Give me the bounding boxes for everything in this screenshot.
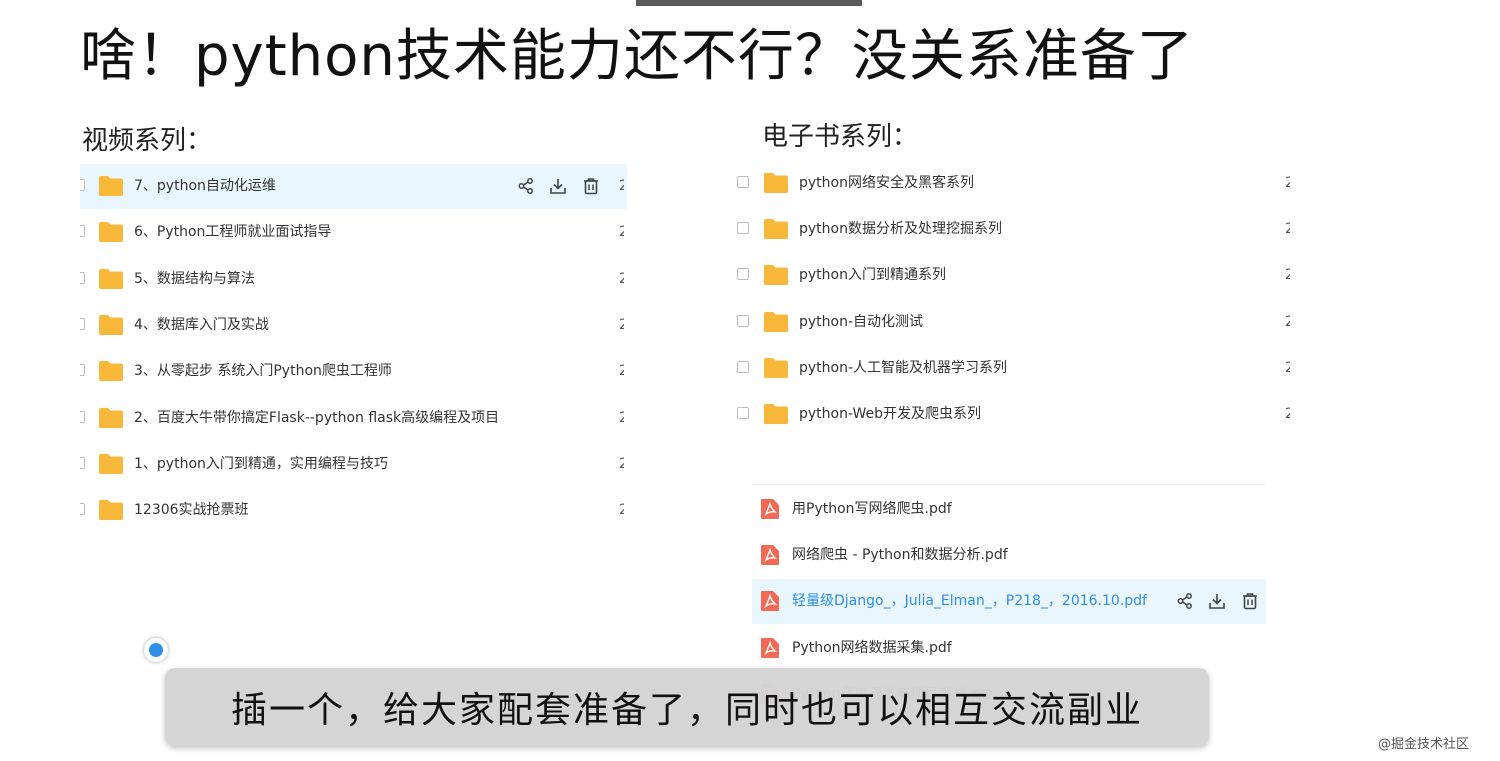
folder-name[interactable]: 4、数据库入门及实战	[134, 303, 269, 348]
folder-name[interactable]: python-自动化测试	[799, 300, 923, 345]
pdf-icon	[760, 498, 780, 520]
folder-icon	[98, 407, 124, 429]
pdf-file-row[interactable]: 网络爬虫 - Python和数据分析.pdf	[752, 533, 1266, 578]
video-folder-row[interactable]: 4、数据库入门及实战 2	[80, 303, 627, 348]
share-icon[interactable]	[1176, 592, 1194, 610]
file-name[interactable]: Python网络数据采集.pdf	[792, 626, 952, 671]
folder-count: 2	[619, 316, 624, 333]
row-checkbox[interactable]	[80, 317, 85, 330]
folder-icon	[763, 357, 789, 379]
delete-icon[interactable]	[1241, 592, 1259, 610]
folder-count: 2	[619, 363, 624, 380]
row-checkbox[interactable]	[737, 176, 749, 188]
file-name[interactable]: 用Python写网络爬虫.pdf	[792, 487, 952, 532]
delete-icon[interactable]	[582, 177, 600, 195]
row-checkbox[interactable]	[737, 222, 749, 235]
folder-icon	[763, 311, 789, 333]
folder-name[interactable]: python-人工智能及机器学习系列	[799, 346, 1007, 391]
row-checkbox[interactable]	[737, 314, 749, 327]
pdf-file-row[interactable]: 用Python写网络爬虫.pdf	[752, 487, 1266, 532]
row-checkbox[interactable]	[737, 407, 749, 419]
ebook-folder-row[interactable]: python数据分析及处理挖掘系列 2	[735, 207, 1295, 252]
ebook-folder-row[interactable]: python-Web开发及爬虫系列 2	[735, 392, 1295, 437]
folder-count: 2	[619, 270, 624, 287]
video-folder-row[interactable]: 5、数据结构与算法 2	[80, 257, 627, 302]
folder-count: 2	[1285, 175, 1290, 191]
download-icon[interactable]	[1208, 592, 1226, 610]
folder-name[interactable]: 1、python入门到精通，实用编程与技巧	[134, 442, 388, 487]
folder-count: 2	[1285, 221, 1290, 238]
folder-icon	[98, 360, 124, 382]
folder-icon	[98, 175, 124, 197]
row-checkbox[interactable]	[80, 179, 85, 191]
folder-count: 2	[1285, 359, 1290, 376]
row-checkbox[interactable]	[80, 271, 85, 284]
video-subtitle: 插一个，给大家配套准备了，同时也可以相互交流副业	[165, 668, 1209, 746]
video-progress-bar	[636, 0, 862, 6]
video-folder-row[interactable]: 3、从零起步 系统入门Python爬虫工程师 2	[80, 349, 627, 394]
folder-icon	[98, 453, 124, 475]
folder-count: 2	[619, 178, 624, 194]
folder-count: 2	[1285, 406, 1290, 422]
pdf-icon	[760, 590, 780, 612]
divider	[752, 484, 1266, 485]
row-checkbox[interactable]	[80, 225, 85, 238]
folder-icon	[98, 221, 124, 243]
ebook-folder-row[interactable]: python-人工智能及机器学习系列 2	[735, 346, 1295, 391]
download-icon[interactable]	[549, 177, 567, 195]
folder-count: 2	[619, 502, 624, 519]
row-checkbox[interactable]	[737, 360, 749, 373]
folder-count: 2	[1285, 267, 1290, 284]
video-folder-row[interactable]: 6、Python工程师就业面试指导 2	[80, 210, 627, 255]
folder-name[interactable]: python入门到精通系列	[799, 253, 946, 298]
ebook-folder-row[interactable]: python-自动化测试 2	[735, 300, 1295, 345]
pdf-file-row[interactable]: 轻量级Django_，Julia_Elman_，P218_，2016.10.pd…	[752, 579, 1266, 625]
folder-icon	[763, 403, 789, 425]
row-checkbox[interactable]	[80, 456, 85, 469]
folder-icon	[98, 314, 124, 336]
pdf-icon	[760, 544, 780, 566]
watermark: @掘金技术社区	[1378, 737, 1470, 752]
ebook-section-heading: 电子书系列：	[762, 122, 919, 152]
folder-name[interactable]: 7、python自动化运维	[134, 164, 276, 209]
folder-name[interactable]: python网络安全及黑客系列	[799, 161, 974, 206]
file-name[interactable]: 网络爬虫 - Python和数据分析.pdf	[792, 533, 1008, 578]
ebook-folder-row[interactable]: python网络安全及黑客系列 2	[735, 161, 1295, 206]
video-folder-row[interactable]: 7、python自动化运维 2	[80, 164, 627, 209]
folder-icon	[763, 172, 789, 194]
slide-title: 啥！python技术能力还不行？没关系准备了	[80, 24, 1194, 89]
pdf-icon	[760, 637, 780, 659]
ebook-folder-row[interactable]: python入门到精通系列 2	[735, 253, 1295, 298]
cursor-pointer	[144, 638, 168, 662]
folder-name[interactable]: 3、从零起步 系统入门Python爬虫工程师	[134, 349, 392, 394]
folder-count: 2	[619, 224, 624, 241]
folder-count: 2	[619, 409, 624, 426]
video-folder-row[interactable]: 2、百度大牛带你搞定Flask--python flask高级编程及项目 2	[80, 396, 627, 441]
folder-count: 2	[1285, 313, 1290, 330]
pdf-file-row[interactable]: Python网络数据采集.pdf	[752, 626, 1266, 671]
folder-icon	[763, 264, 789, 286]
folder-name[interactable]: 12306实战抢票班	[134, 488, 249, 533]
file-name[interactable]: 轻量级Django_，Julia_Elman_，P218_，2016.10.pd…	[792, 579, 1147, 624]
folder-icon	[98, 499, 124, 521]
folder-count: 2	[619, 455, 624, 472]
row-checkbox[interactable]	[80, 364, 85, 377]
row-checkbox[interactable]	[80, 410, 85, 423]
folder-name[interactable]: 5、数据结构与算法	[134, 257, 255, 302]
share-icon[interactable]	[517, 177, 535, 195]
folder-icon	[763, 218, 789, 240]
video-folder-row[interactable]: 12306实战抢票班 2	[80, 488, 627, 533]
video-section-heading: 视频系列：	[82, 126, 213, 156]
folder-name[interactable]: 2、百度大牛带你搞定Flask--python flask高级编程及项目	[134, 396, 499, 441]
folder-icon	[98, 268, 124, 290]
row-checkbox[interactable]	[737, 268, 749, 281]
folder-name[interactable]: python-Web开发及爬虫系列	[799, 392, 981, 437]
folder-name[interactable]: python数据分析及处理挖掘系列	[799, 207, 1002, 252]
row-checkbox[interactable]	[80, 503, 85, 516]
video-folder-row[interactable]: 1、python入门到精通，实用编程与技巧 2	[80, 442, 627, 487]
folder-name[interactable]: 6、Python工程师就业面试指导	[134, 210, 331, 255]
